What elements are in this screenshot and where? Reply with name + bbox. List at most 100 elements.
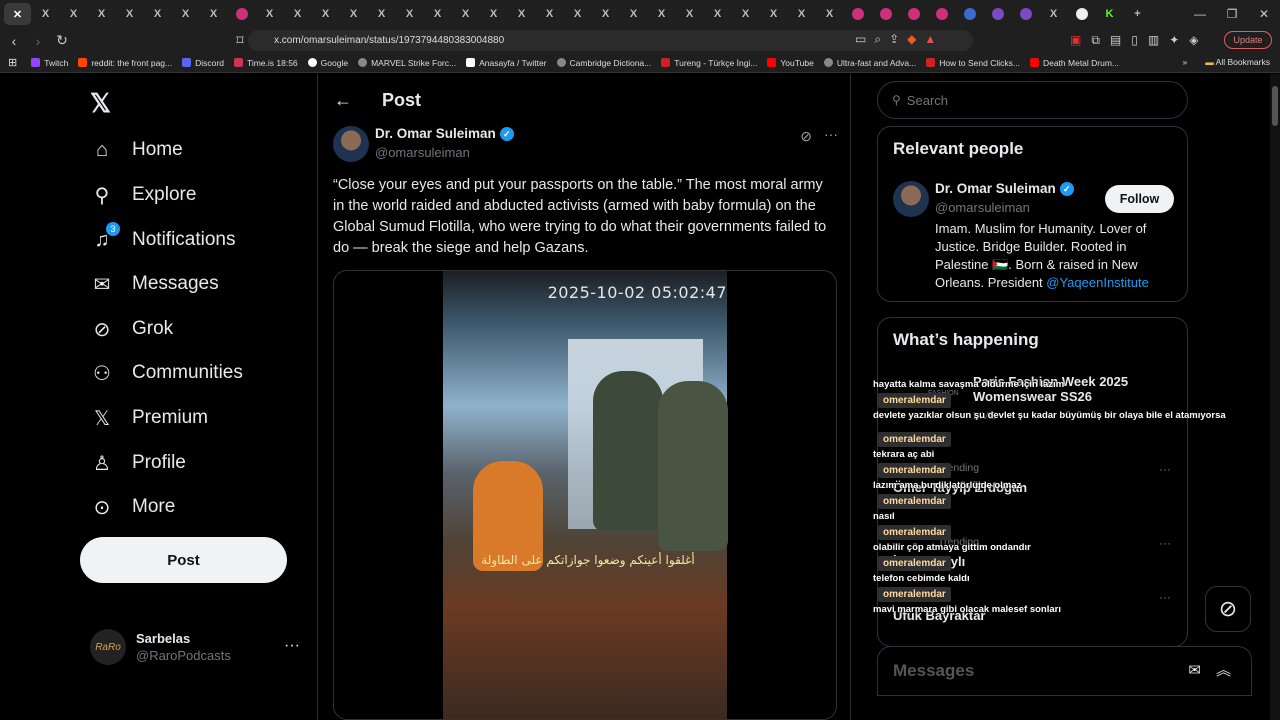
browser-tab[interactable] (872, 3, 899, 25)
messages-drawer[interactable]: Messages ✉ ︽ (877, 646, 1252, 696)
chevron-up-icon[interactable]: ︽ (1216, 659, 1231, 680)
browser-tab[interactable]: X (508, 3, 535, 25)
apps-icon[interactable]: ⊞ (8, 56, 17, 69)
browser-tab[interactable] (956, 3, 983, 25)
bookmark-item[interactable]: Tureng - Türkçe İngi... (661, 58, 757, 68)
wallet-icon[interactable]: ▥ (1148, 33, 1159, 48)
forward-icon[interactable]: › (28, 31, 48, 51)
browser-tab[interactable]: X (704, 3, 731, 25)
browser-tab[interactable]: X (284, 3, 311, 25)
avatar[interactable] (893, 181, 929, 217)
nav-grok[interactable]: ⊘ Grok (90, 317, 174, 341)
bookmark-icon[interactable]: ⌑ (230, 31, 250, 51)
new-message-icon[interactable]: ✉ (1188, 661, 1201, 679)
new-tab-button[interactable]: + (1124, 3, 1151, 25)
browser-tab[interactable]: ✕ (4, 3, 31, 25)
browser-tab[interactable]: X (732, 3, 759, 25)
browser-tab[interactable]: X (760, 3, 787, 25)
minimize-icon[interactable]: — (1184, 0, 1216, 28)
nav-more[interactable]: ⊙ More (90, 495, 176, 519)
bookmark-item[interactable]: YouTube (767, 58, 814, 68)
reload-icon[interactable]: ↻ (52, 31, 72, 51)
extension-icon[interactable]: ▤ (1110, 33, 1121, 48)
bookmark-item[interactable]: Twitch (31, 58, 68, 68)
browser-tab[interactable]: X (88, 3, 115, 25)
follow-button[interactable]: Follow (1105, 185, 1174, 213)
account-switcher[interactable]: RaRo Sarbelas @RaroPodcasts ··· (90, 629, 300, 665)
bookmark-item[interactable]: Death Metal Drum... (1029, 58, 1119, 68)
browser-tab[interactable] (1012, 3, 1039, 25)
avatar[interactable] (333, 126, 369, 162)
nav-explore[interactable]: ⚲ Explore (90, 183, 197, 207)
nav-home[interactable]: ⌂ Home (90, 138, 183, 162)
browser-tab[interactable]: X (592, 3, 619, 25)
update-button[interactable]: Update (1224, 31, 1272, 49)
browser-tab[interactable]: X (172, 3, 199, 25)
tweet-media[interactable]: 2025-10-02 05:02:47 أغلقوا أعينكم وضعوا … (333, 270, 837, 720)
browser-tab[interactable]: X (480, 3, 507, 25)
browser-tab[interactable]: X (620, 3, 647, 25)
more-icon[interactable]: ··· (284, 637, 300, 655)
browser-tab[interactable]: X (312, 3, 339, 25)
zoom-icon[interactable]: ⌕ (874, 32, 881, 47)
nav-communities[interactable]: ⚇ Communities (90, 361, 243, 385)
browser-tab[interactable]: X (452, 3, 479, 25)
browser-tab[interactable]: X (396, 3, 423, 25)
author-name-row[interactable]: Dr. Omar Suleiman ✓ (375, 126, 514, 141)
browser-tab[interactable]: X (200, 3, 227, 25)
browser-tab[interactable]: X (1040, 3, 1067, 25)
search-input[interactable]: ⚲ Search (877, 81, 1188, 119)
brave-shield-icon[interactable]: ◆ (907, 32, 916, 47)
close-window-icon[interactable]: ✕ (1248, 0, 1280, 28)
x-logo-icon[interactable]: 𝕏 (90, 88, 111, 119)
browser-tab[interactable]: X (32, 3, 59, 25)
browser-tab[interactable]: X (788, 3, 815, 25)
browser-tab[interactable]: X (564, 3, 591, 25)
puzzle-icon[interactable]: ⧉ (1091, 33, 1100, 48)
browser-tab[interactable] (928, 3, 955, 25)
browser-tab[interactable]: X (116, 3, 143, 25)
nav-notifications[interactable]: ♫ 3 Notifications (90, 222, 236, 252)
bookmark-item[interactable]: Discord (182, 58, 224, 68)
brave-rewards-icon[interactable]: ▲ (924, 32, 936, 47)
video-player[interactable]: 2025-10-02 05:02:47 أغلقوا أعينكم وضعوا … (443, 271, 728, 719)
browser-tab[interactable]: X (676, 3, 703, 25)
bookmark-item[interactable]: Time.is 18:56 (233, 58, 298, 68)
share-icon[interactable]: ⇪ (889, 32, 899, 47)
browser-tab[interactable] (228, 3, 255, 25)
extension-new-icon[interactable]: ▣ (1070, 33, 1081, 48)
restore-icon[interactable]: ❐ (1216, 0, 1248, 28)
close-icon[interactable]: ✕ (11, 7, 25, 21)
grok-icon[interactable]: ⊘ (800, 128, 812, 145)
author-handle[interactable]: @omarsuleiman (375, 145, 470, 160)
browser-tab[interactable]: X (648, 3, 675, 25)
browser-tab[interactable] (1068, 3, 1095, 25)
bookmark-item[interactable]: Ultra-fast and Adva... (823, 58, 916, 68)
browser-tab[interactable]: X (256, 3, 283, 25)
page-scrollbar[interactable] (1270, 74, 1280, 720)
nav-profile[interactable]: ♙ Profile (90, 451, 186, 475)
all-bookmarks[interactable]: » ▬ All Bookmarks (1183, 57, 1270, 67)
vpn-icon[interactable]: ◈ (1189, 33, 1198, 48)
browser-tab[interactable]: K (1096, 3, 1123, 25)
more-icon[interactable]: ··· (824, 126, 838, 142)
bookmark-item[interactable]: How to Send Clicks... (926, 58, 1020, 68)
bookmark-item[interactable]: Google (307, 58, 348, 68)
browser-tab[interactable]: X (536, 3, 563, 25)
bookmark-item[interactable]: Cambridge Dictiona... (556, 58, 651, 68)
back-icon[interactable]: ‹ (4, 31, 24, 51)
bookmark-item[interactable]: reddit: the front pag... (78, 58, 172, 68)
bookmark-item[interactable]: Anasayfa / Twitter (466, 58, 547, 68)
nav-messages[interactable]: ✉ Messages (90, 272, 219, 296)
back-arrow-icon[interactable]: ← (334, 90, 354, 111)
browser-tab[interactable]: X (816, 3, 843, 25)
cast-icon[interactable]: ▭ (855, 32, 866, 47)
bookmark-item[interactable]: MARVEL Strike Forc... (358, 58, 456, 68)
scrollbar-thumb[interactable] (1272, 86, 1278, 126)
browser-tab[interactable] (984, 3, 1011, 25)
browser-tab[interactable]: X (60, 3, 87, 25)
browser-tab[interactable] (900, 3, 927, 25)
browser-tab[interactable] (844, 3, 871, 25)
browser-tab[interactable]: X (424, 3, 451, 25)
bio-link[interactable]: @YaqeenInstitute (1046, 275, 1149, 290)
